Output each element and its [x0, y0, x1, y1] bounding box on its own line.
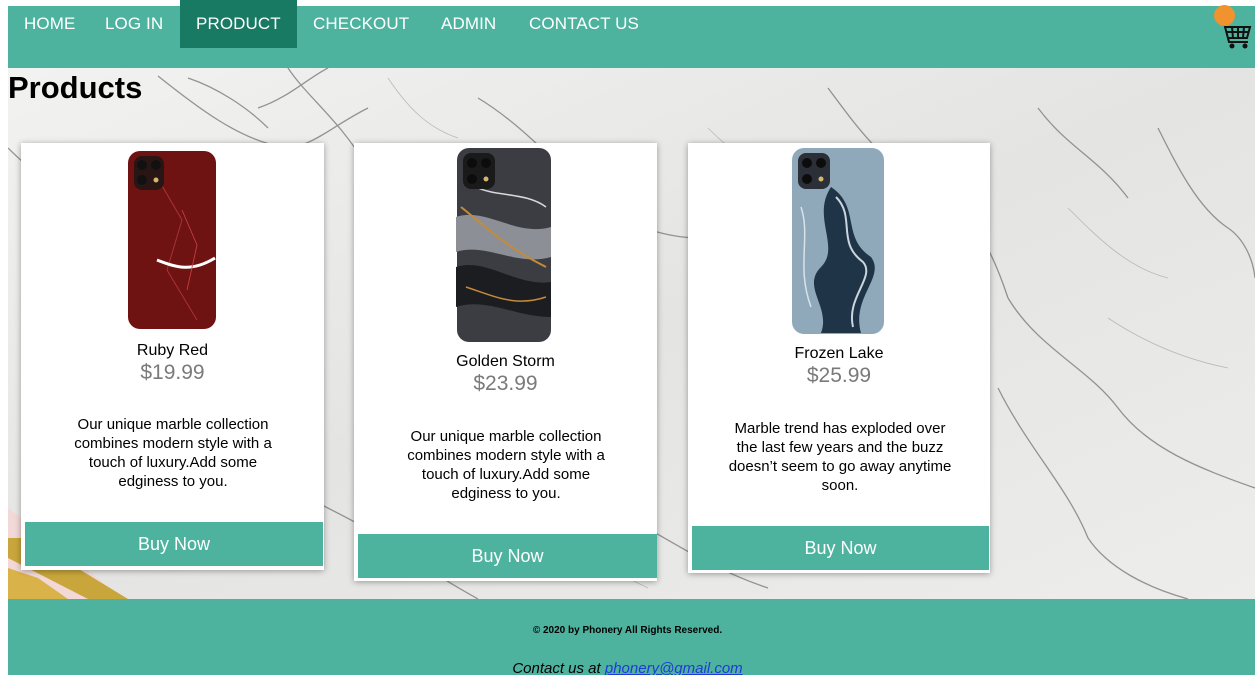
product-card: Golden Storm $23.99 Our unique marble co…	[354, 143, 657, 581]
product-card: Frozen Lake $25.99 Marble trend has expl…	[688, 143, 990, 573]
nav-item-product[interactable]: PRODUCT	[180, 0, 297, 48]
nav-item-contact-us[interactable]: CONTACT US	[513, 0, 655, 48]
buy-now-button[interactable]: Buy Now	[692, 526, 989, 570]
product-image	[456, 147, 552, 348]
copyright-text: © 2020 by Phonery All Rights Reserved.	[532, 625, 723, 636]
cart-count-badge	[1214, 5, 1235, 26]
product-name: Ruby Red	[136, 342, 209, 359]
nav-item-home[interactable]: HOME	[8, 0, 91, 48]
product-image	[791, 147, 885, 340]
product-price: $23.99	[473, 372, 538, 395]
page-title: Products	[8, 70, 143, 105]
product-price: $25.99	[806, 364, 872, 387]
nav-item-checkout[interactable]: CHECKOUT	[297, 0, 425, 48]
product-description: Marble trend has exploded over the last …	[728, 420, 952, 494]
product-description: Our unique marble collection combines mo…	[407, 428, 605, 502]
buy-now-button[interactable]: Buy Now	[358, 534, 657, 578]
contact-email-link[interactable]: phonery@gmail.com	[605, 660, 743, 675]
nav-item-login[interactable]: LOG IN	[89, 0, 179, 48]
nav-item-admin[interactable]: ADMIN	[425, 0, 512, 48]
product-description: Our unique marble collection combines mo…	[74, 416, 272, 490]
contact-prefix: Contact us at	[512, 660, 605, 675]
product-card: Ruby Red $19.99 Our unique marble collec…	[21, 143, 324, 570]
buy-now-button[interactable]: Buy Now	[25, 522, 323, 566]
product-price: $19.99	[140, 361, 205, 384]
product-name: Golden Storm	[456, 353, 555, 370]
contact-line: Contact us at phonery@gmail.com	[0, 660, 1255, 675]
product-image	[127, 150, 217, 335]
product-name: Frozen Lake	[794, 345, 884, 362]
